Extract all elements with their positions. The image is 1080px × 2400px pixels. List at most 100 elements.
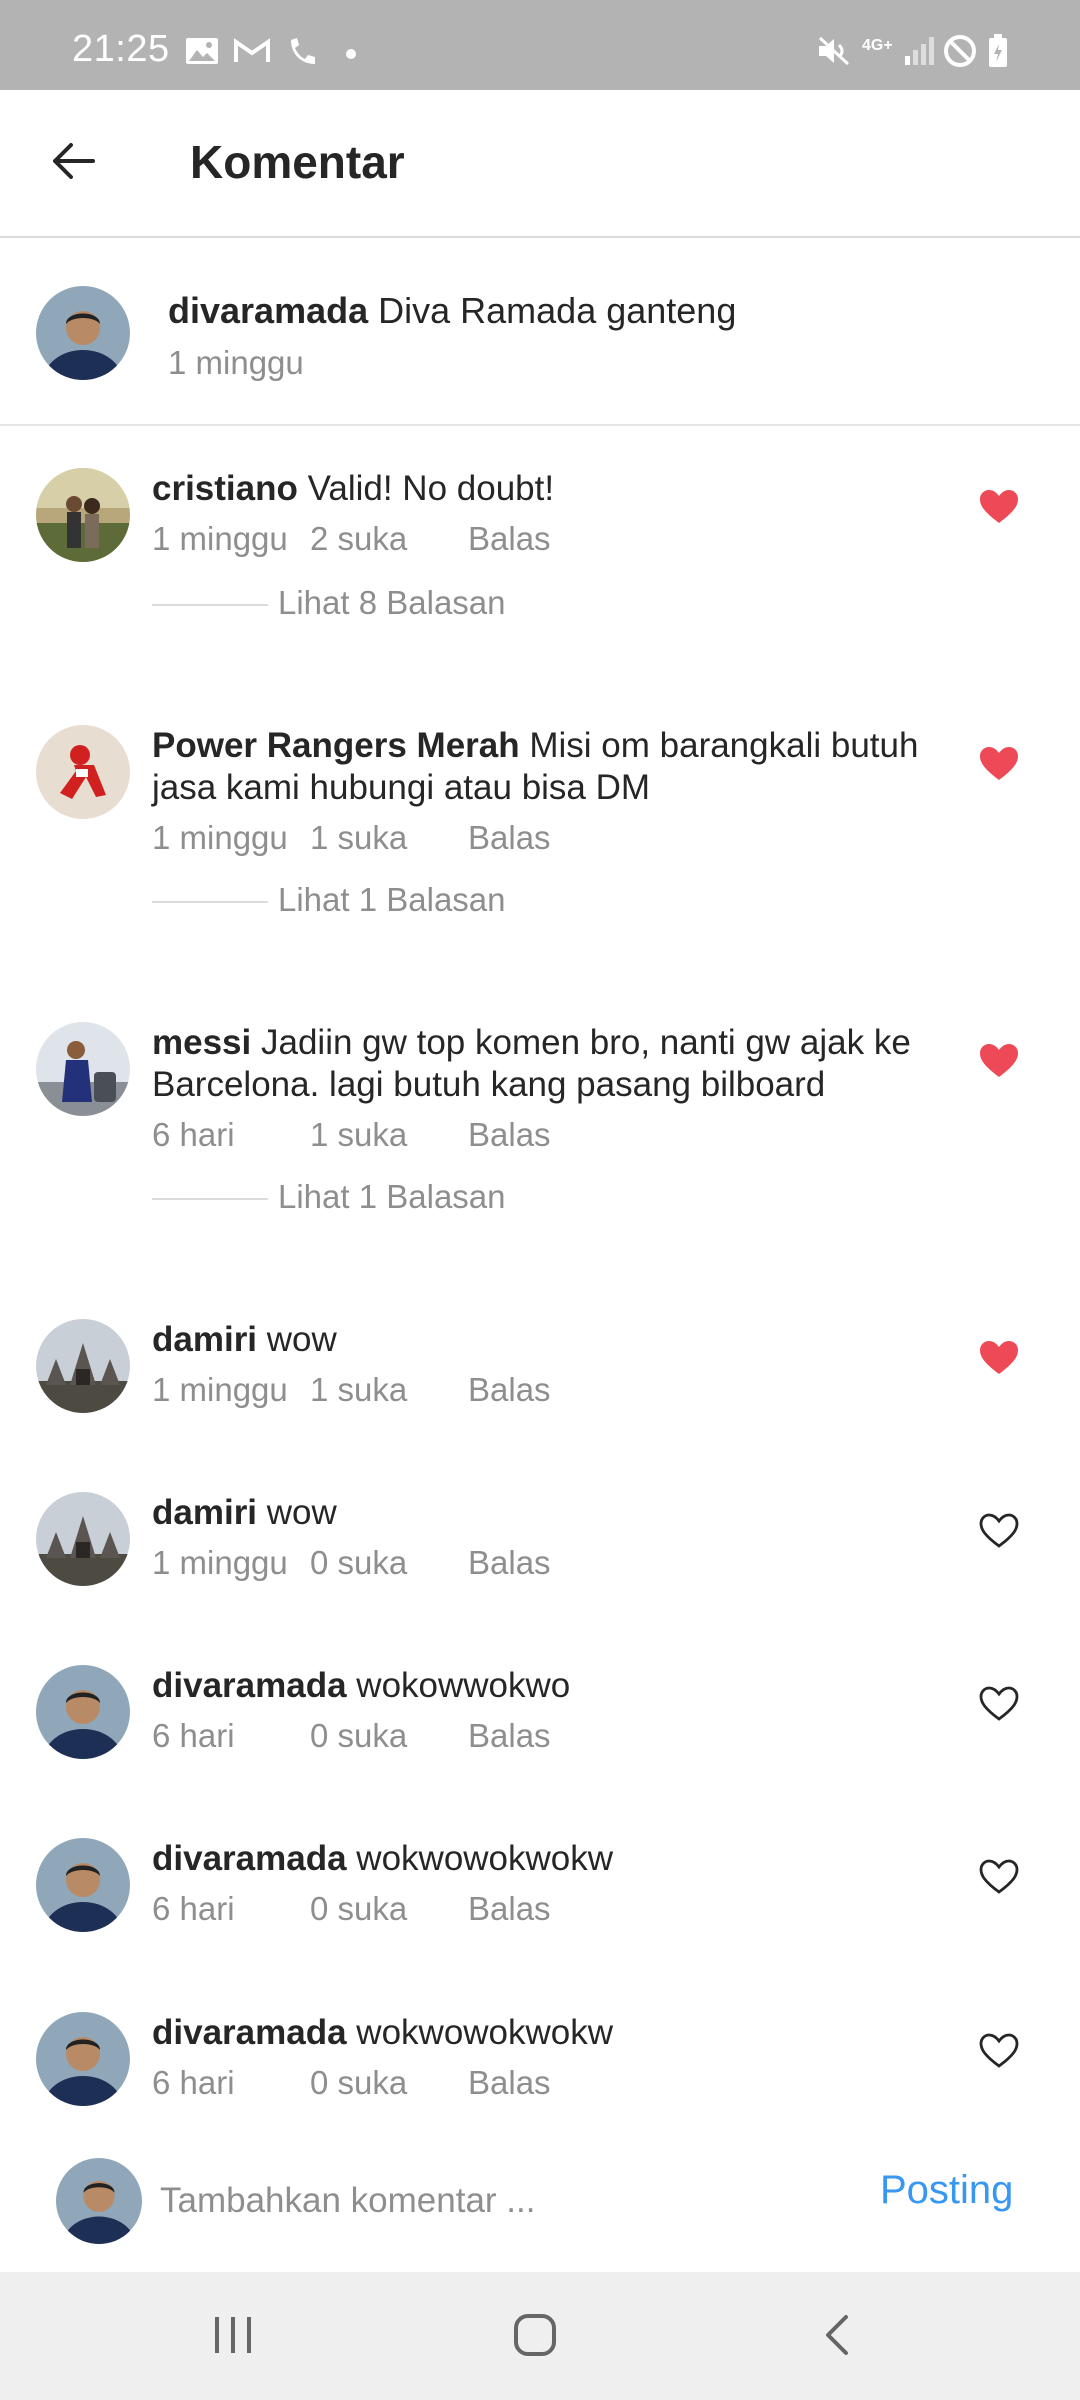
like-button[interactable] — [974, 1335, 1024, 1385]
comment-username[interactable]: damiri — [152, 1320, 257, 1359]
comment-likes[interactable]: 2 suka — [310, 520, 407, 558]
caption-time: 1 minggu — [168, 344, 304, 381]
comment-time: 6 hari — [152, 1717, 235, 1754]
reply-button[interactable]: Balas — [468, 1371, 551, 1409]
view-replies-button[interactable]: Lihat 1 Balasan — [152, 1178, 572, 1218]
system-back-button[interactable] — [802, 2302, 872, 2372]
comment-likes[interactable]: 1 suka — [310, 1371, 407, 1409]
comment-likes[interactable]: 0 suka — [310, 1890, 407, 1928]
comment-input[interactable] — [160, 2176, 840, 2226]
caption-body: Diva Ramada ganteng — [378, 290, 737, 331]
view-replies-label: Lihat 8 Balasan — [278, 584, 506, 621]
comment-item: damiri wow 1 minggu 1 suka Balas — [0, 1319, 1080, 1419]
comment-body: wokowwokwo — [356, 1666, 571, 1705]
comment-time: 1 minggu — [152, 819, 288, 856]
avatar[interactable] — [36, 2012, 130, 2106]
replies-divider — [152, 604, 268, 606]
avatar[interactable] — [36, 1665, 130, 1759]
comment-likes[interactable]: 1 suka — [310, 1116, 407, 1154]
comment-username[interactable]: divaramada — [152, 1666, 347, 1705]
heart-outline-icon — [979, 1859, 1019, 1900]
avatar[interactable] — [36, 1022, 130, 1116]
comment-body: wokwowokwokw — [356, 2013, 614, 2052]
back-button[interactable] — [40, 130, 106, 196]
navigation-bar — [0, 2272, 1080, 2400]
comment-composer: Posting — [0, 2128, 1080, 2270]
status-bar: 21:25 4G+ — [0, 0, 1080, 90]
network-type: 4G+ — [862, 37, 893, 54]
reply-button[interactable]: Balas — [468, 520, 551, 558]
home-button[interactable] — [500, 2302, 570, 2372]
heart-filled-icon — [979, 1043, 1019, 1084]
missed-call-icon — [286, 36, 320, 66]
post-button[interactable]: Posting — [880, 2168, 1013, 2213]
reply-button[interactable]: Balas — [468, 1116, 551, 1154]
avatar[interactable] — [36, 1319, 130, 1413]
reply-button[interactable]: Balas — [468, 1890, 551, 1928]
comment-item: messi Jadiin gw top komen bro, nanti gw … — [0, 1022, 1080, 1222]
comment-time: 1 minggu — [152, 1371, 288, 1408]
reply-button[interactable]: Balas — [468, 1717, 551, 1755]
recent-apps-button[interactable] — [198, 2302, 268, 2372]
caption-text: divaramada Diva Ramada ganteng — [168, 290, 736, 332]
like-button[interactable] — [974, 1508, 1024, 1558]
comment-username[interactable]: Power Rangers Merah — [152, 726, 520, 765]
view-replies-label: Lihat 1 Balasan — [278, 1178, 506, 1215]
comment-likes[interactable]: 0 suka — [310, 1544, 407, 1582]
comment-text: messi Jadiin gw top komen bro, nanti gw … — [152, 1022, 922, 1106]
recent-apps-icon — [211, 2315, 255, 2360]
comment-text: divaramada wokwowokwokw — [152, 2012, 922, 2054]
like-button[interactable] — [974, 741, 1024, 791]
battery-icon — [986, 34, 1010, 67]
chevron-left-icon — [822, 2313, 852, 2362]
comment-body: wow — [266, 1320, 337, 1359]
mute-icon — [816, 36, 852, 66]
avatar[interactable] — [36, 468, 130, 562]
heart-outline-icon — [979, 1686, 1019, 1727]
comment-time: 6 hari — [152, 2064, 235, 2101]
comment-text: divaramada wokowwokwo — [152, 1665, 922, 1707]
avatar[interactable] — [36, 286, 130, 380]
comment-username[interactable]: damiri — [152, 1493, 257, 1532]
view-replies-button[interactable]: Lihat 8 Balasan — [152, 584, 572, 624]
comment-time: 1 minggu — [152, 1544, 288, 1581]
comment-text: divaramada wokwowokwokw — [152, 1838, 922, 1880]
avatar[interactable] — [36, 1492, 130, 1586]
comment-username[interactable]: cristiano — [152, 469, 298, 508]
view-replies-label: Lihat 1 Balasan — [278, 881, 506, 918]
comment-item: divaramada wokowwokwo 6 hari 0 suka Bala… — [0, 1665, 1080, 1765]
comment-likes[interactable]: 0 suka — [310, 1717, 407, 1755]
comment-body: Valid! No doubt! — [307, 469, 555, 508]
comment-likes[interactable]: 1 suka — [310, 819, 407, 857]
signal-icon — [902, 36, 936, 66]
like-button[interactable] — [974, 484, 1024, 534]
comment-item: divaramada wokwowokwokw 6 hari 0 suka Ba… — [0, 1838, 1080, 1938]
comment-username[interactable]: divaramada — [152, 2013, 347, 2052]
comment-item: Power Rangers Merah Misi om barangkali b… — [0, 725, 1080, 925]
comment-text: damiri wow — [152, 1319, 922, 1361]
comment-username[interactable]: divaramada — [152, 1839, 347, 1878]
heart-outline-icon — [979, 1513, 1019, 1554]
reply-button[interactable]: Balas — [468, 2064, 551, 2102]
comment-body: Jadiin gw top komen bro, nanti gw ajak k… — [152, 1023, 911, 1104]
like-button[interactable] — [974, 1038, 1024, 1088]
reply-button[interactable]: Balas — [468, 819, 551, 857]
reply-button[interactable]: Balas — [468, 1544, 551, 1582]
like-button[interactable] — [974, 2028, 1024, 2078]
comment-likes[interactable]: 0 suka — [310, 2064, 407, 2102]
avatar[interactable] — [36, 725, 130, 819]
comment-item: cristiano Valid! No doubt! 1 minggu 2 su… — [0, 468, 1080, 628]
avatar[interactable] — [36, 1838, 130, 1932]
arrow-left-icon — [49, 141, 97, 186]
view-replies-button[interactable]: Lihat 1 Balasan — [152, 881, 572, 921]
like-button[interactable] — [974, 1854, 1024, 1904]
heart-filled-icon — [979, 489, 1019, 530]
post-caption: divaramada Diva Ramada ganteng 1 minggu — [0, 240, 1080, 426]
page-title: Komentar — [190, 136, 405, 188]
comment-time: 6 hari — [152, 1890, 235, 1927]
comment-text: cristiano Valid! No doubt! — [152, 468, 922, 510]
heart-outline-icon — [979, 2033, 1019, 2074]
comment-username[interactable]: messi — [152, 1023, 251, 1062]
caption-username[interactable]: divaramada — [168, 290, 368, 331]
like-button[interactable] — [974, 1681, 1024, 1731]
